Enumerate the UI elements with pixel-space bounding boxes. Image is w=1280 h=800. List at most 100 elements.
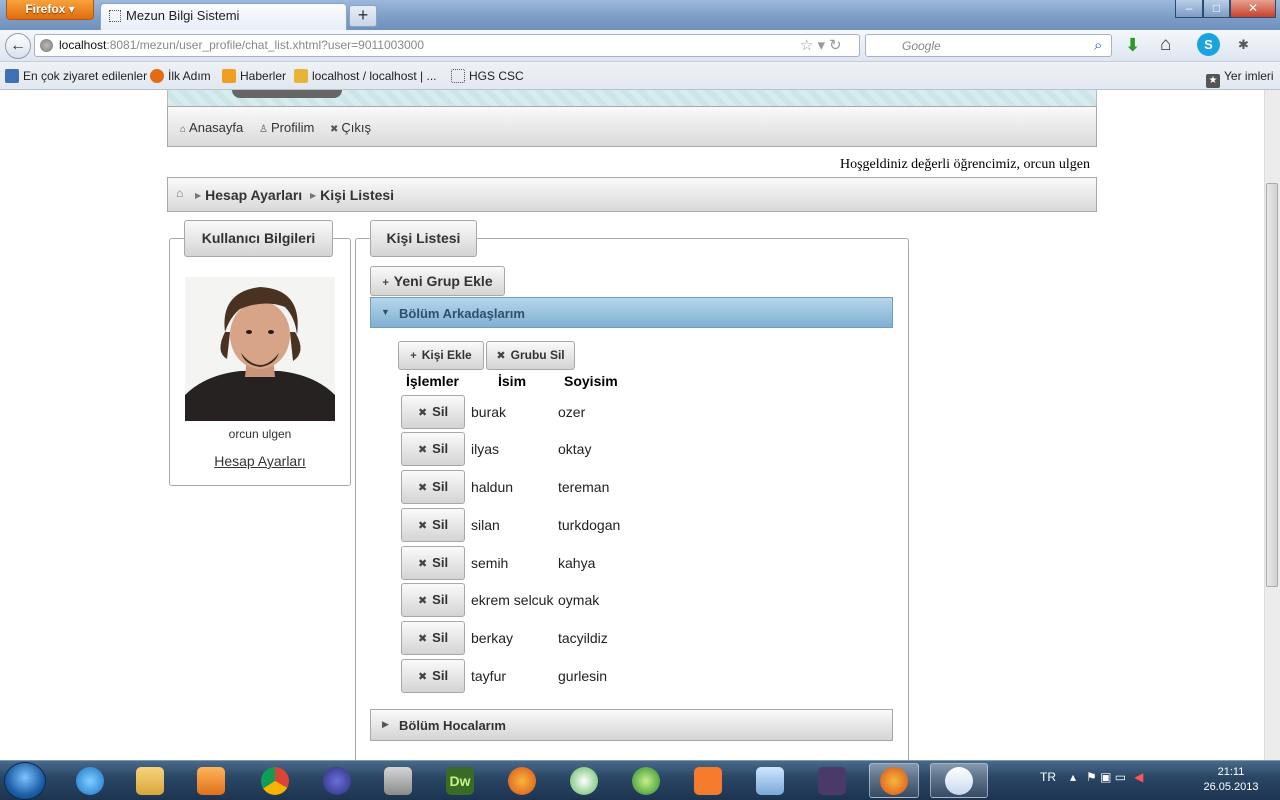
taskbar-dreamweaver[interactable]: Dw [435, 763, 485, 798]
group-header-teachers[interactable]: Bölüm Hocalarım [370, 709, 893, 741]
maximize-button[interactable]: □ [1203, 0, 1230, 18]
breadcrumb-item-contacts[interactable]: ▶ Kişi Listesi [310, 187, 394, 203]
bookmark-label: localhost / localhost | ... [312, 69, 437, 83]
new-tab-button[interactable]: + [349, 5, 377, 27]
taskbar-paint[interactable] [930, 763, 988, 798]
taskbar-eclipse[interactable] [312, 763, 362, 798]
close-icon: ✖ [417, 444, 428, 456]
delete-group-button[interactable]: ✖ Grubu Sil [486, 341, 575, 370]
user-icon: ♙ [259, 124, 268, 135]
browser-tab[interactable]: Mezun Bilgi Sistemi [100, 3, 347, 30]
address-bar[interactable]: localhost:8081/mezun/user_profile/chat_l… [34, 34, 860, 57]
close-icon: ✖ [417, 482, 428, 494]
taskbar-firefox-2[interactable] [869, 763, 919, 798]
tray-apps-icon[interactable]: ⚑ ▣ ▭ [1086, 770, 1126, 784]
delete-label: Sil [432, 630, 449, 645]
menu-profile[interactable]: ♙ Profilim [259, 120, 314, 135]
firefox-menu-button[interactable]: Firefox ▾ [6, 0, 94, 20]
clock-time: 21:11 [1217, 766, 1245, 778]
breadcrumb-item-account[interactable]: ▶ Hesap Ayarları [195, 187, 302, 203]
add-contact-button[interactable]: + Kişi Ekle [398, 341, 484, 370]
green-app-icon [632, 766, 660, 795]
add-contact-label: Kişi Ekle [421, 348, 472, 362]
delete-contact-button[interactable]: ✖ Sil [401, 659, 465, 693]
menu-label: Anasayfa [189, 120, 244, 135]
group-header-classmates[interactable]: Bölüm Arkadaşlarım [370, 297, 893, 328]
history-dropdown-icon[interactable]: ▾ [817, 37, 829, 54]
close-window-button[interactable]: ✕ [1230, 0, 1276, 18]
close-icon: ✖ [330, 124, 339, 135]
delete-contact-button[interactable]: ✖ Sil [401, 470, 465, 504]
language-indicator[interactable]: TR [1040, 770, 1056, 784]
bookmark-folder-icon [5, 69, 19, 83]
delete-contact-button[interactable]: ✖ Sil [401, 583, 465, 617]
tab-title: Mezun Bilgi Sistemi [126, 8, 240, 23]
contact-first-name: semih [471, 555, 509, 571]
user-name: orcun ulgen [228, 427, 292, 441]
page-icon [451, 69, 465, 83]
bookmark-most-visited[interactable]: En çok ziyaret edilenler [5, 69, 147, 83]
skype-icon[interactable]: S [1197, 33, 1220, 56]
taskbar-green-app[interactable] [621, 763, 671, 798]
bookmarks-menu[interactable]: ★ Yer imleri [1206, 69, 1274, 88]
taskbar-chrome[interactable] [250, 763, 300, 798]
site-identity-icon[interactable] [40, 39, 53, 52]
phpmyadmin-icon [294, 69, 308, 83]
search-input[interactable]: Google [865, 34, 1112, 57]
account-settings-link[interactable]: Hesap Ayarları [169, 453, 351, 469]
menu-home[interactable]: ⌂ Anasayfa [180, 120, 243, 135]
delete-contact-button[interactable]: ✖ Sil [401, 546, 465, 580]
volume-muted-icon[interactable]: ◀ [1134, 770, 1143, 784]
bookmarks-star-icon: ★ [1206, 74, 1220, 88]
close-icon: ✖ [417, 407, 428, 419]
taskbar-javaee-ide[interactable] [807, 763, 857, 798]
close-icon: ✖ [496, 350, 506, 362]
bookmark-label: En çok ziyaret edilenler [23, 69, 148, 83]
minimize-button[interactable]: – [1175, 0, 1203, 18]
delete-contact-button[interactable]: ✖ Sil [401, 508, 465, 542]
contact-last-name: turkdogan [558, 517, 621, 533]
taskbar-explorer[interactable] [125, 763, 175, 798]
bookmark-hgs[interactable]: HGS CSC [451, 69, 524, 83]
delete-contact-button[interactable]: ✖ Sil [401, 432, 465, 466]
taskbar-virtualbox[interactable] [745, 763, 795, 798]
taskbar-database[interactable] [373, 763, 423, 798]
close-icon: ✖ [417, 671, 428, 683]
contacts-legend: Kişi Listesi [370, 220, 477, 257]
menu-logout[interactable]: ✖ Çıkış [330, 120, 371, 135]
delete-contact-button[interactable]: ✖ Sil [401, 395, 465, 429]
taskbar-xampp[interactable] [683, 763, 733, 798]
reload-icon[interactable]: ↻ [829, 37, 846, 54]
bookmark-star-icon[interactable]: ☆ [800, 37, 817, 54]
bookmark-news[interactable]: Haberler [222, 69, 286, 83]
contact-last-name: gurlesin [558, 668, 608, 684]
contact-last-name: tereman [558, 479, 610, 495]
search-icon[interactable]: ⌕ [1094, 37, 1102, 54]
home-toolbar-icon[interactable]: ⌂ [1160, 34, 1171, 56]
bookmark-first-steps[interactable]: İlk Adım [150, 69, 211, 83]
home-icon: ⌂ [180, 124, 187, 135]
addon-icon[interactable]: ✱ [1238, 37, 1249, 53]
back-button[interactable]: ← [5, 33, 31, 59]
download-icon[interactable]: ⬇ [1125, 35, 1140, 56]
delete-group-label: Grubu Sil [510, 348, 565, 362]
breadcrumb-separator-icon: ▶ [310, 191, 317, 200]
scrollbar-thumb[interactable] [1266, 183, 1278, 587]
delete-label: Sil [432, 404, 449, 419]
column-header-surname: Soyisim [564, 373, 618, 389]
start-button[interactable] [4, 762, 46, 800]
taskbar-media[interactable] [186, 763, 236, 798]
tray-expand-icon[interactable]: ▴ [1070, 770, 1076, 784]
breadcrumb-separator-icon: ▶ [195, 191, 202, 200]
breadcrumb-home-icon[interactable]: ⌂ [176, 186, 183, 200]
taskbar-firefox-1[interactable] [497, 763, 547, 798]
new-group-button[interactable]: + Yeni Grup Ekle [370, 266, 505, 296]
contact-last-name: ozer [558, 404, 586, 420]
welcome-message: Hoşgeldiniz değerli öğrencimiz, orcun ul… [840, 157, 1090, 172]
app-s-icon [570, 766, 598, 795]
delete-contact-button[interactable]: ✖ Sil [401, 621, 465, 655]
bookmark-phpmyadmin[interactable]: localhost / localhost | ... [294, 69, 437, 83]
taskbar-ie[interactable] [65, 763, 115, 798]
taskbar-sublime[interactable] [559, 763, 609, 798]
taskbar-clock[interactable]: 21:11 26.05.2013 [1196, 765, 1266, 795]
